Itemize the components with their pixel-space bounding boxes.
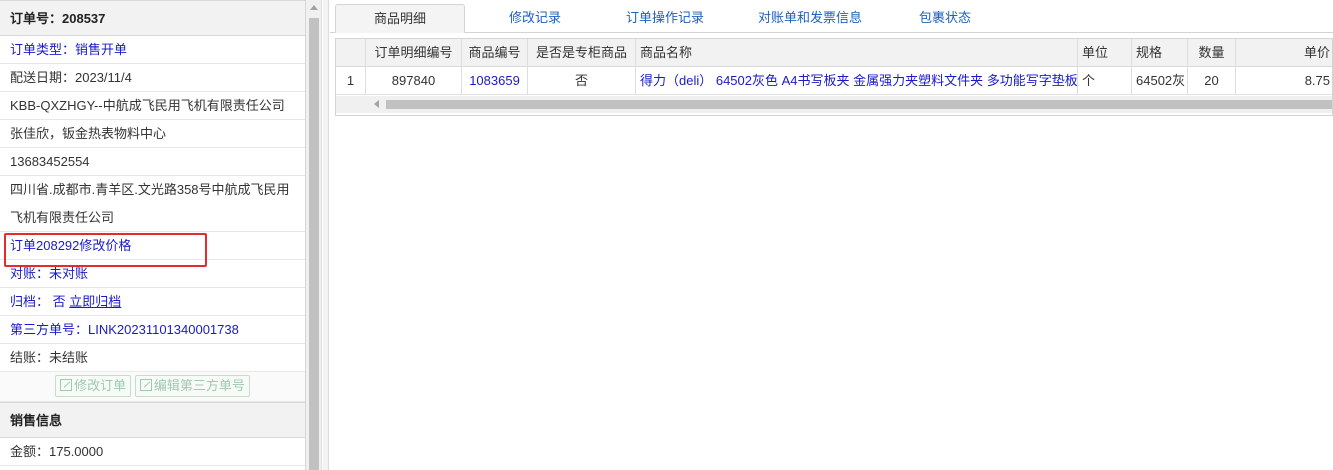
grid-horizontal-scrollbar[interactable] [336,96,1332,113]
contact-name: 张佳欣，钣金热表物料中心 [0,120,305,148]
edit-icon [139,379,152,391]
header-unit-price[interactable]: 单价 [1236,39,1332,67]
edit-third-party-label: 编辑第三方单号 [153,378,245,393]
scroll-left-arrow-icon[interactable] [374,100,379,108]
header-spec[interactable]: 规格 [1132,39,1188,67]
detail-id: 897840 [366,67,462,95]
address-line-2: 飞机有限责任公司 [0,204,305,232]
tab-invoice-info[interactable]: 对账单和发票信息 [735,4,885,33]
archive-row: 归档： 否 立即归档 [0,288,305,316]
detail-panel: 商品明细 修改记录 订单操作记录 对账单和发票信息 包裹状态 订单明细编号 商品… [330,0,1333,470]
modify-order-button[interactable]: 修改订单 [55,375,132,397]
modify-order-label: 修改订单 [74,378,127,393]
order-type-value: 销售开单 [75,42,128,57]
horizontal-scrollbar-thumb[interactable] [386,100,1332,109]
spec: 64502灰 [1132,67,1188,95]
grid-header: 订单明细编号 商品编号 是否是专柜商品 商品名称 单位 规格 数量 单价 [336,39,1332,67]
scroll-up-arrow-icon[interactable] [310,5,318,10]
customer-name: KBB-QXZHGY--中航成飞民用飞机有限责任公司 [0,92,305,120]
left-panel-scrollbar[interactable] [306,0,322,470]
panel-splitter[interactable] [323,0,329,470]
unit: 个 [1078,67,1132,95]
header-quantity[interactable]: 数量 [1188,39,1236,67]
tab-package-status[interactable]: 包裹状态 [890,4,1000,33]
row-number: 1 [336,67,366,95]
detail-tabs: 商品明细 修改记录 订单操作记录 对账单和发票信息 包裹状态 [330,0,1333,33]
unit-price: 8.75 [1304,73,1330,88]
tab-product-detail[interactable]: 商品明细 [335,4,465,33]
order-type-label: 订单类型： [10,42,76,57]
product-id: 1083659 [462,67,528,95]
contact-phone: 13683452554 [0,148,305,176]
header-product-id[interactable]: 商品编号 [462,39,528,67]
settlement-status: 结账：未结账 [0,344,305,372]
edit-icon [60,379,73,391]
order-type-row: 订单类型：销售开单 [0,36,305,64]
third-party-number: 第三方单号：LINK20231101340001738 [0,316,305,344]
order-actions: 修改订单 编辑第三方单号 [0,372,305,402]
sales-amount: 金额：175.0000 [0,438,305,466]
order-number-title: 订单号：208537 [0,0,305,36]
header-rownum [336,39,366,67]
sales-info-title: 销售信息 [0,402,305,438]
quantity: 20 [1188,67,1236,95]
tab-operation-log[interactable]: 订单操作记录 [600,4,730,33]
edit-third-party-button[interactable]: 编辑第三方单号 [134,375,250,397]
header-product-name[interactable]: 商品名称 [636,39,1078,67]
product-grid: 订单明细编号 商品编号 是否是专柜商品 商品名称 单位 规格 数量 单价 1 8… [335,38,1333,116]
tab-modify-log[interactable]: 修改记录 [475,4,595,33]
counter-product: 否 [528,67,636,95]
app-root: 订单号：208537 订单类型：销售开单 配送日期：2023/11/4 KBB-… [0,0,1333,470]
order-info-panel: 订单号：208537 订单类型：销售开单 配送日期：2023/11/4 KBB-… [0,0,306,470]
reconcile-status: 对账：未对账 [0,260,305,288]
header-detail-id[interactable]: 订单明细编号 [366,39,462,67]
product-name: 得力（deli） 64502灰色 A4书写板夹 金属强力夹塑料文件夹 多功能写字… [636,67,1078,95]
archive-label: 归档： [10,294,50,309]
address-line-1: 四川省.成都市.青羊区.文光路358号中航成飞民用 [10,182,290,197]
header-unit[interactable]: 单位 [1078,39,1132,67]
header-counter-product[interactable]: 是否是专柜商品 [528,39,636,67]
archive-value: 否 [52,294,66,309]
delivery-date: 配送日期：2023/11/4 [0,64,305,92]
table-row[interactable]: 1 897840 1083659 否 得力（deli） 64502灰色 A4书写… [336,67,1332,95]
order-modify-note: 订单208292修改价格 [0,232,305,260]
archive-now-link[interactable]: 立即归档 [69,294,121,309]
scrollbar-thumb[interactable] [309,18,319,470]
